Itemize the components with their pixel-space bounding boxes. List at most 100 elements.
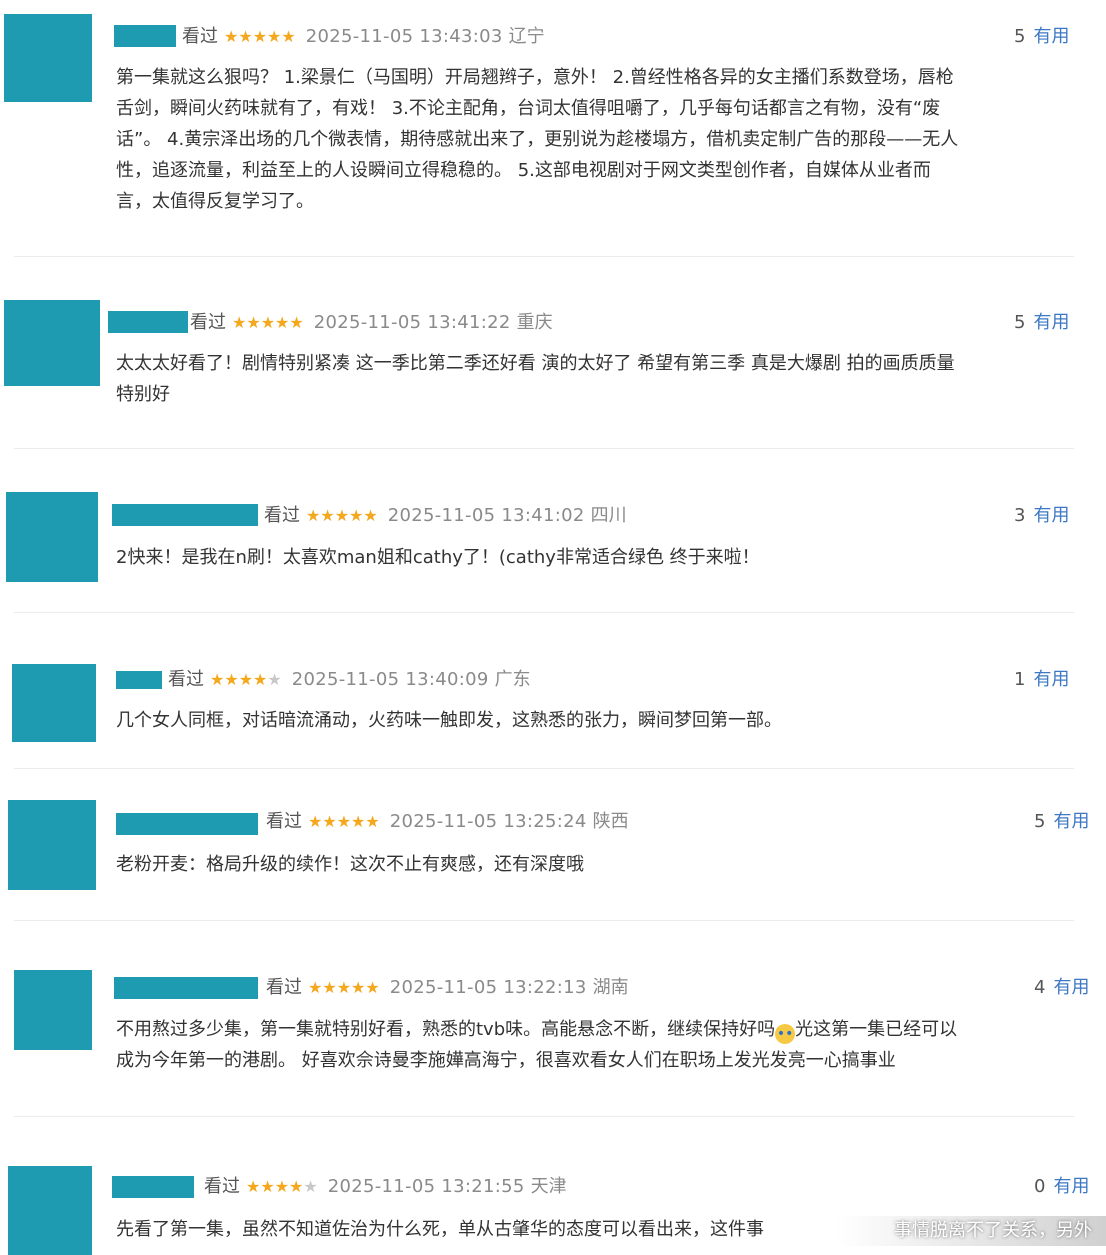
review-meta: 看过 ★★★★★ 2025-11-05 13:25:24 陕西 (266, 809, 629, 835)
review-content: 第一集就这么狠吗？ 1.梁景仁（马国明）开局翘辫子，意外！ 2.曾经性格各异的女… (116, 62, 1066, 217)
avatar[interactable] (8, 1166, 92, 1255)
username[interactable] (112, 1176, 194, 1198)
divider (14, 448, 1074, 449)
useful-button[interactable]: 1 有用 (1014, 667, 1069, 693)
useful-label: 有用 (1033, 26, 1070, 47)
review-location: 天津 (530, 1176, 567, 1197)
username[interactable] (108, 311, 188, 333)
divider (14, 768, 1074, 769)
watched-label: 看过 (182, 26, 218, 47)
watched-label: 看过 (266, 811, 302, 832)
watched-label: 看过 (168, 669, 204, 690)
review-location: 湖南 (592, 977, 629, 998)
divider (14, 612, 1074, 613)
star-icon: ★★★★★ (232, 313, 304, 332)
divider (14, 1116, 1074, 1117)
useful-label: 有用 (1053, 1176, 1090, 1197)
rating-stars: ★★★★★ (308, 978, 380, 997)
review-content: 几个女人同框，对话暗流涌动，火药味一触即发，这熟悉的张力，瞬间梦回第一部。 (116, 705, 1066, 736)
watched-label: 看过 (190, 312, 226, 333)
divider (14, 256, 1074, 257)
username[interactable] (116, 813, 258, 835)
useful-label: 有用 (1033, 505, 1070, 526)
rating-stars: ★★★★★ (246, 1177, 318, 1196)
watched-label: 看过 (204, 1176, 240, 1197)
review-item: 看过 ★★★★★ 2025-11-05 13:22:13 湖南 4 有用 不用熬过多少集… (0, 962, 1106, 1122)
crying-face-icon: •• (775, 1024, 796, 1044)
review-content: 老粉开麦：格局升级的续作！这次不止有爽感，还有深度哦 (116, 849, 1066, 880)
star-icon: ★★★★★ (224, 27, 296, 46)
useful-label: 有用 (1053, 977, 1090, 998)
useful-count: 5 (1034, 811, 1046, 832)
review-line: 话”。 4.黄宗泽出场的几个微表情，期待感就出来了，更别说为趁楼塌方，借机卖定制… (116, 129, 959, 150)
review-date: 2025-11-05 13:41:22 (313, 312, 511, 333)
review-item: 看过 ★★★★★ 2025-11-05 13:43:03 辽宁 5 有用 第一集就这么狠… (0, 0, 1106, 260)
review-meta: 看过 ★★★★★ 2025-11-05 13:43:03 辽宁 (182, 24, 545, 50)
review-meta: 看过 ★★★★★ 2025-11-05 13:41:22 重庆 (190, 310, 553, 336)
star-empty-icon: ★ (303, 1177, 318, 1196)
useful-button[interactable]: 0 有用 (1034, 1174, 1089, 1200)
review-location: 辽宁 (508, 26, 545, 47)
star-icon: ★★★★ (210, 670, 268, 689)
review-date: 2025-11-05 13:43:03 (305, 26, 503, 47)
useful-count: 3 (1014, 505, 1026, 526)
avatar[interactable] (14, 970, 92, 1050)
useful-count: 5 (1014, 26, 1026, 47)
review-meta: 看过 ★★★★★ 2025-11-05 13:40:09 广东 (168, 667, 531, 693)
review-line: 几个女人同框，对话暗流涌动，火药味一触即发，这熟悉的张力，瞬间梦回第一部。 (116, 710, 782, 731)
useful-button[interactable]: 5 有用 (1034, 809, 1089, 835)
review-item: 看过 ★★★★★ 2025-11-05 13:41:02 四川 3 有用 2快来！是我在… (0, 484, 1106, 624)
review-line: 太太太好看了！剧情特别紧凑 这一季比第二季还好看 演的太好了 希望有第三季 真是… (116, 353, 955, 374)
review-date: 2025-11-05 13:41:02 (387, 505, 585, 526)
useful-button[interactable]: 4 有用 (1034, 975, 1089, 1001)
review-line: 2快来！是我在n刷！太喜欢man姐和cathy了！(cathy非常适合绿色 终于… (116, 547, 760, 568)
review-content: 不用熬过多少集，第一集就特别好看，熟悉的tvb味。高能悬念不断，继续保持好吗 ••… (116, 1014, 1091, 1076)
review-date: 2025-11-05 13:25:24 (389, 811, 587, 832)
review-location: 广东 (494, 669, 531, 690)
useful-label: 有用 (1033, 669, 1070, 690)
review-item: 看过 ★★★★★ 2025-11-05 13:41:22 重庆 5 有用 太太太好看了！… (0, 290, 1106, 450)
username[interactable] (112, 504, 258, 526)
useful-label: 有用 (1033, 312, 1070, 333)
review-content: 2快来！是我在n刷！太喜欢man姐和cathy了！(cathy非常适合绿色 终于… (116, 542, 1066, 573)
review-meta: 看过 ★★★★★ 2025-11-05 13:41:02 四川 (264, 503, 627, 529)
review-date: 2025-11-05 13:22:13 (389, 977, 587, 998)
review-content: 太太太好看了！剧情特别紧凑 这一季比第二季还好看 演的太好了 希望有第三季 真是… (116, 348, 1066, 410)
username[interactable] (114, 25, 176, 47)
avatar[interactable] (4, 14, 92, 102)
useful-count: 1 (1014, 669, 1026, 690)
review-line: 性，追逐流量，利益至上的人设瞬间立得稳稳的。 5.这部电视剧对于网文类型创作者，… (116, 160, 931, 181)
useful-button[interactable]: 5 有用 (1014, 24, 1069, 50)
rating-stars: ★★★★★ (308, 812, 380, 831)
review-item: 看过 ★★★★★ 2025-11-05 13:25:24 陕西 5 有用 老粉开麦：格局… (0, 794, 1106, 924)
review-text: 光这第一集已经可以 (795, 1019, 958, 1040)
username[interactable] (114, 977, 258, 999)
review-line: 言，太值得反复学习了。 (116, 191, 314, 212)
username[interactable] (116, 671, 162, 689)
avatar[interactable] (4, 300, 100, 386)
review-meta: 看过 ★★★★★ 2025-11-05 13:22:13 湖南 (266, 975, 629, 1001)
watched-label: 看过 (266, 977, 302, 998)
star-icon: ★★★★★ (308, 978, 380, 997)
watched-label: 看过 (264, 505, 300, 526)
review-date: 2025-11-05 13:40:09 (291, 669, 489, 690)
avatar[interactable] (8, 800, 96, 890)
review-meta: 看过 ★★★★★ 2025-11-05 13:21:55 天津 (204, 1174, 567, 1200)
review-line: 第一集就这么狠吗？ 1.梁景仁（马国明）开局翘辫子，意外！ 2.曾经性格各异的女… (116, 67, 954, 88)
useful-count: 0 (1034, 1176, 1046, 1197)
avatar[interactable] (12, 664, 96, 742)
review-line: 舌剑，瞬间火药味就有了，有戏！ 3.不论主配角，台词太值得咀嚼了，几乎每句话都言… (116, 98, 941, 119)
review-line: 不用熬过多少集，第一集就特别好看，熟悉的tvb味。高能悬念不断，继续保持好吗 ••… (116, 1014, 1091, 1045)
review-line: 老粉开麦：格局升级的续作！这次不止有爽感，还有深度哦 (116, 854, 584, 875)
useful-count: 4 (1034, 977, 1046, 998)
review-location: 重庆 (516, 312, 553, 333)
review-item: 看过 ★★★★★ 2025-11-05 13:40:09 广东 1 有用 几个女人同框，… (0, 652, 1106, 772)
avatar[interactable] (6, 492, 98, 582)
useful-button[interactable]: 5 有用 (1014, 310, 1069, 336)
watermark-overlay: 事情脱离不了关系，另外 (836, 1216, 1106, 1246)
review-line: 特别好 (116, 384, 170, 405)
review-location: 陕西 (592, 811, 629, 832)
useful-count: 5 (1014, 312, 1026, 333)
star-icon: ★★★★★ (308, 812, 380, 831)
useful-button[interactable]: 3 有用 (1014, 503, 1069, 529)
